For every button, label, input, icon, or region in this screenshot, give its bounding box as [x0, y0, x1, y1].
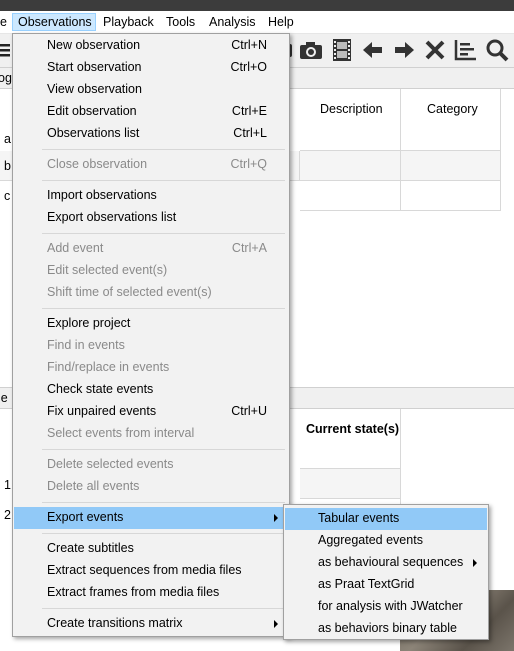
menu-help[interactable]: Help	[263, 13, 299, 31]
submenu-arrow-icon	[274, 620, 278, 628]
menu-item-import-observations[interactable]: Import observations	[14, 185, 288, 207]
menu-tools[interactable]: Tools	[161, 13, 200, 31]
menu-item-add-event[interactable]: Add event Ctrl+A	[14, 238, 288, 260]
menu-separator	[42, 233, 285, 234]
row-label: 1	[4, 478, 11, 492]
submenu-item-jwatcher[interactable]: for analysis with JWatcher	[285, 596, 487, 618]
menu-item-select-events-interval[interactable]: Select events from interval	[14, 423, 288, 445]
table-cell[interactable]	[401, 181, 501, 211]
menu-playback[interactable]: Playback	[98, 13, 159, 31]
menu-item-extract-frames[interactable]: Extract frames from media files	[14, 582, 288, 604]
menu-item-close-observation[interactable]: Close observation Ctrl+Q	[14, 154, 288, 176]
menu-edit[interactable]: e	[0, 13, 12, 31]
row-label: a	[4, 132, 11, 146]
table-cell[interactable]	[300, 181, 401, 211]
menu-item-delete-selected-events[interactable]: Delete selected events	[14, 454, 288, 476]
submenu-item-tabular-events[interactable]: Tabular events	[285, 508, 487, 530]
submenu-item-binary-table[interactable]: as behaviors binary table	[285, 618, 487, 640]
top-section-title: og	[0, 71, 12, 85]
close-icon[interactable]	[422, 37, 448, 63]
menu-item-edit-selected-events[interactable]: Edit selected event(s)	[14, 260, 288, 282]
menu-item-delete-all-events[interactable]: Delete all events	[14, 476, 288, 498]
menu-item-create-transitions-matrix[interactable]: Create transitions matrix	[14, 613, 288, 635]
menu-observations[interactable]: Observations	[12, 13, 96, 31]
table-cell[interactable]	[300, 469, 401, 499]
menu-item-find-in-events[interactable]: Find in events	[14, 335, 288, 357]
header-description[interactable]: Description	[300, 89, 401, 151]
menu-separator	[42, 608, 285, 609]
hamburger-icon[interactable]	[0, 43, 10, 57]
submenu-item-behavioural-sequences[interactable]: as behavioural sequences	[285, 552, 487, 574]
menu-bar: e Observations Playback Tools Analysis H…	[0, 11, 514, 34]
menu-item-start-observation[interactable]: Start observation Ctrl+O	[14, 57, 288, 79]
header-current-states[interactable]: Current state(s)	[300, 409, 401, 469]
menu-item-explore-project[interactable]: Explore project	[14, 313, 288, 335]
film-icon[interactable]	[329, 37, 355, 63]
menu-item-create-subtitles[interactable]: Create subtitles	[14, 538, 288, 560]
submenu-item-praat-textgrid[interactable]: as Praat TextGrid	[285, 574, 487, 596]
menu-separator	[42, 449, 285, 450]
menu-item-fix-unpaired-events[interactable]: Fix unpaired events Ctrl+U	[14, 401, 288, 423]
menu-item-edit-observation[interactable]: Edit observation Ctrl+E	[14, 101, 288, 123]
camera-icon[interactable]	[298, 37, 324, 63]
window-title-bar	[0, 0, 514, 11]
menu-item-check-state-events[interactable]: Check state events	[14, 379, 288, 401]
menu-separator	[42, 533, 285, 534]
menu-item-view-observation[interactable]: View observation	[14, 79, 288, 101]
menu-separator	[42, 308, 285, 309]
arrow-left-icon[interactable]	[360, 37, 386, 63]
row-label: c	[4, 189, 11, 203]
menu-separator	[42, 180, 285, 181]
bottom-section-title: je	[0, 391, 8, 405]
menu-item-export-events[interactable]: Export events	[14, 507, 288, 529]
submenu-arrow-icon	[473, 559, 477, 567]
submenu-arrow-icon	[274, 514, 278, 522]
menu-separator	[42, 502, 285, 503]
menu-item-extract-sequences[interactable]: Extract sequences from media files	[14, 560, 288, 582]
menu-analysis[interactable]: Analysis	[204, 13, 261, 31]
chart-icon[interactable]	[453, 37, 479, 63]
row-label: b	[4, 159, 11, 173]
menu-item-observations-list[interactable]: Observations list Ctrl+L	[14, 123, 288, 145]
menu-item-new-observation[interactable]: New observation Ctrl+N	[14, 35, 288, 57]
menu-item-find-replace[interactable]: Find/replace in events	[14, 357, 288, 379]
export-events-submenu: Tabular events Aggregated events as beha…	[283, 504, 489, 640]
table-cell[interactable]	[401, 151, 501, 181]
menu-separator	[42, 149, 285, 150]
arrow-right-icon[interactable]	[391, 37, 417, 63]
header-category[interactable]: Category	[401, 89, 501, 151]
submenu-item-aggregated-events[interactable]: Aggregated events	[285, 530, 487, 552]
table-cell[interactable]	[300, 151, 401, 181]
search-icon[interactable]	[484, 37, 510, 63]
row-label: 2	[4, 508, 11, 522]
menu-item-shift-time[interactable]: Shift time of selected event(s)	[14, 282, 288, 304]
observations-menu: New observation Ctrl+N Start observation C…	[12, 33, 290, 637]
menu-item-export-observations-list[interactable]: Export observations list	[14, 207, 288, 229]
